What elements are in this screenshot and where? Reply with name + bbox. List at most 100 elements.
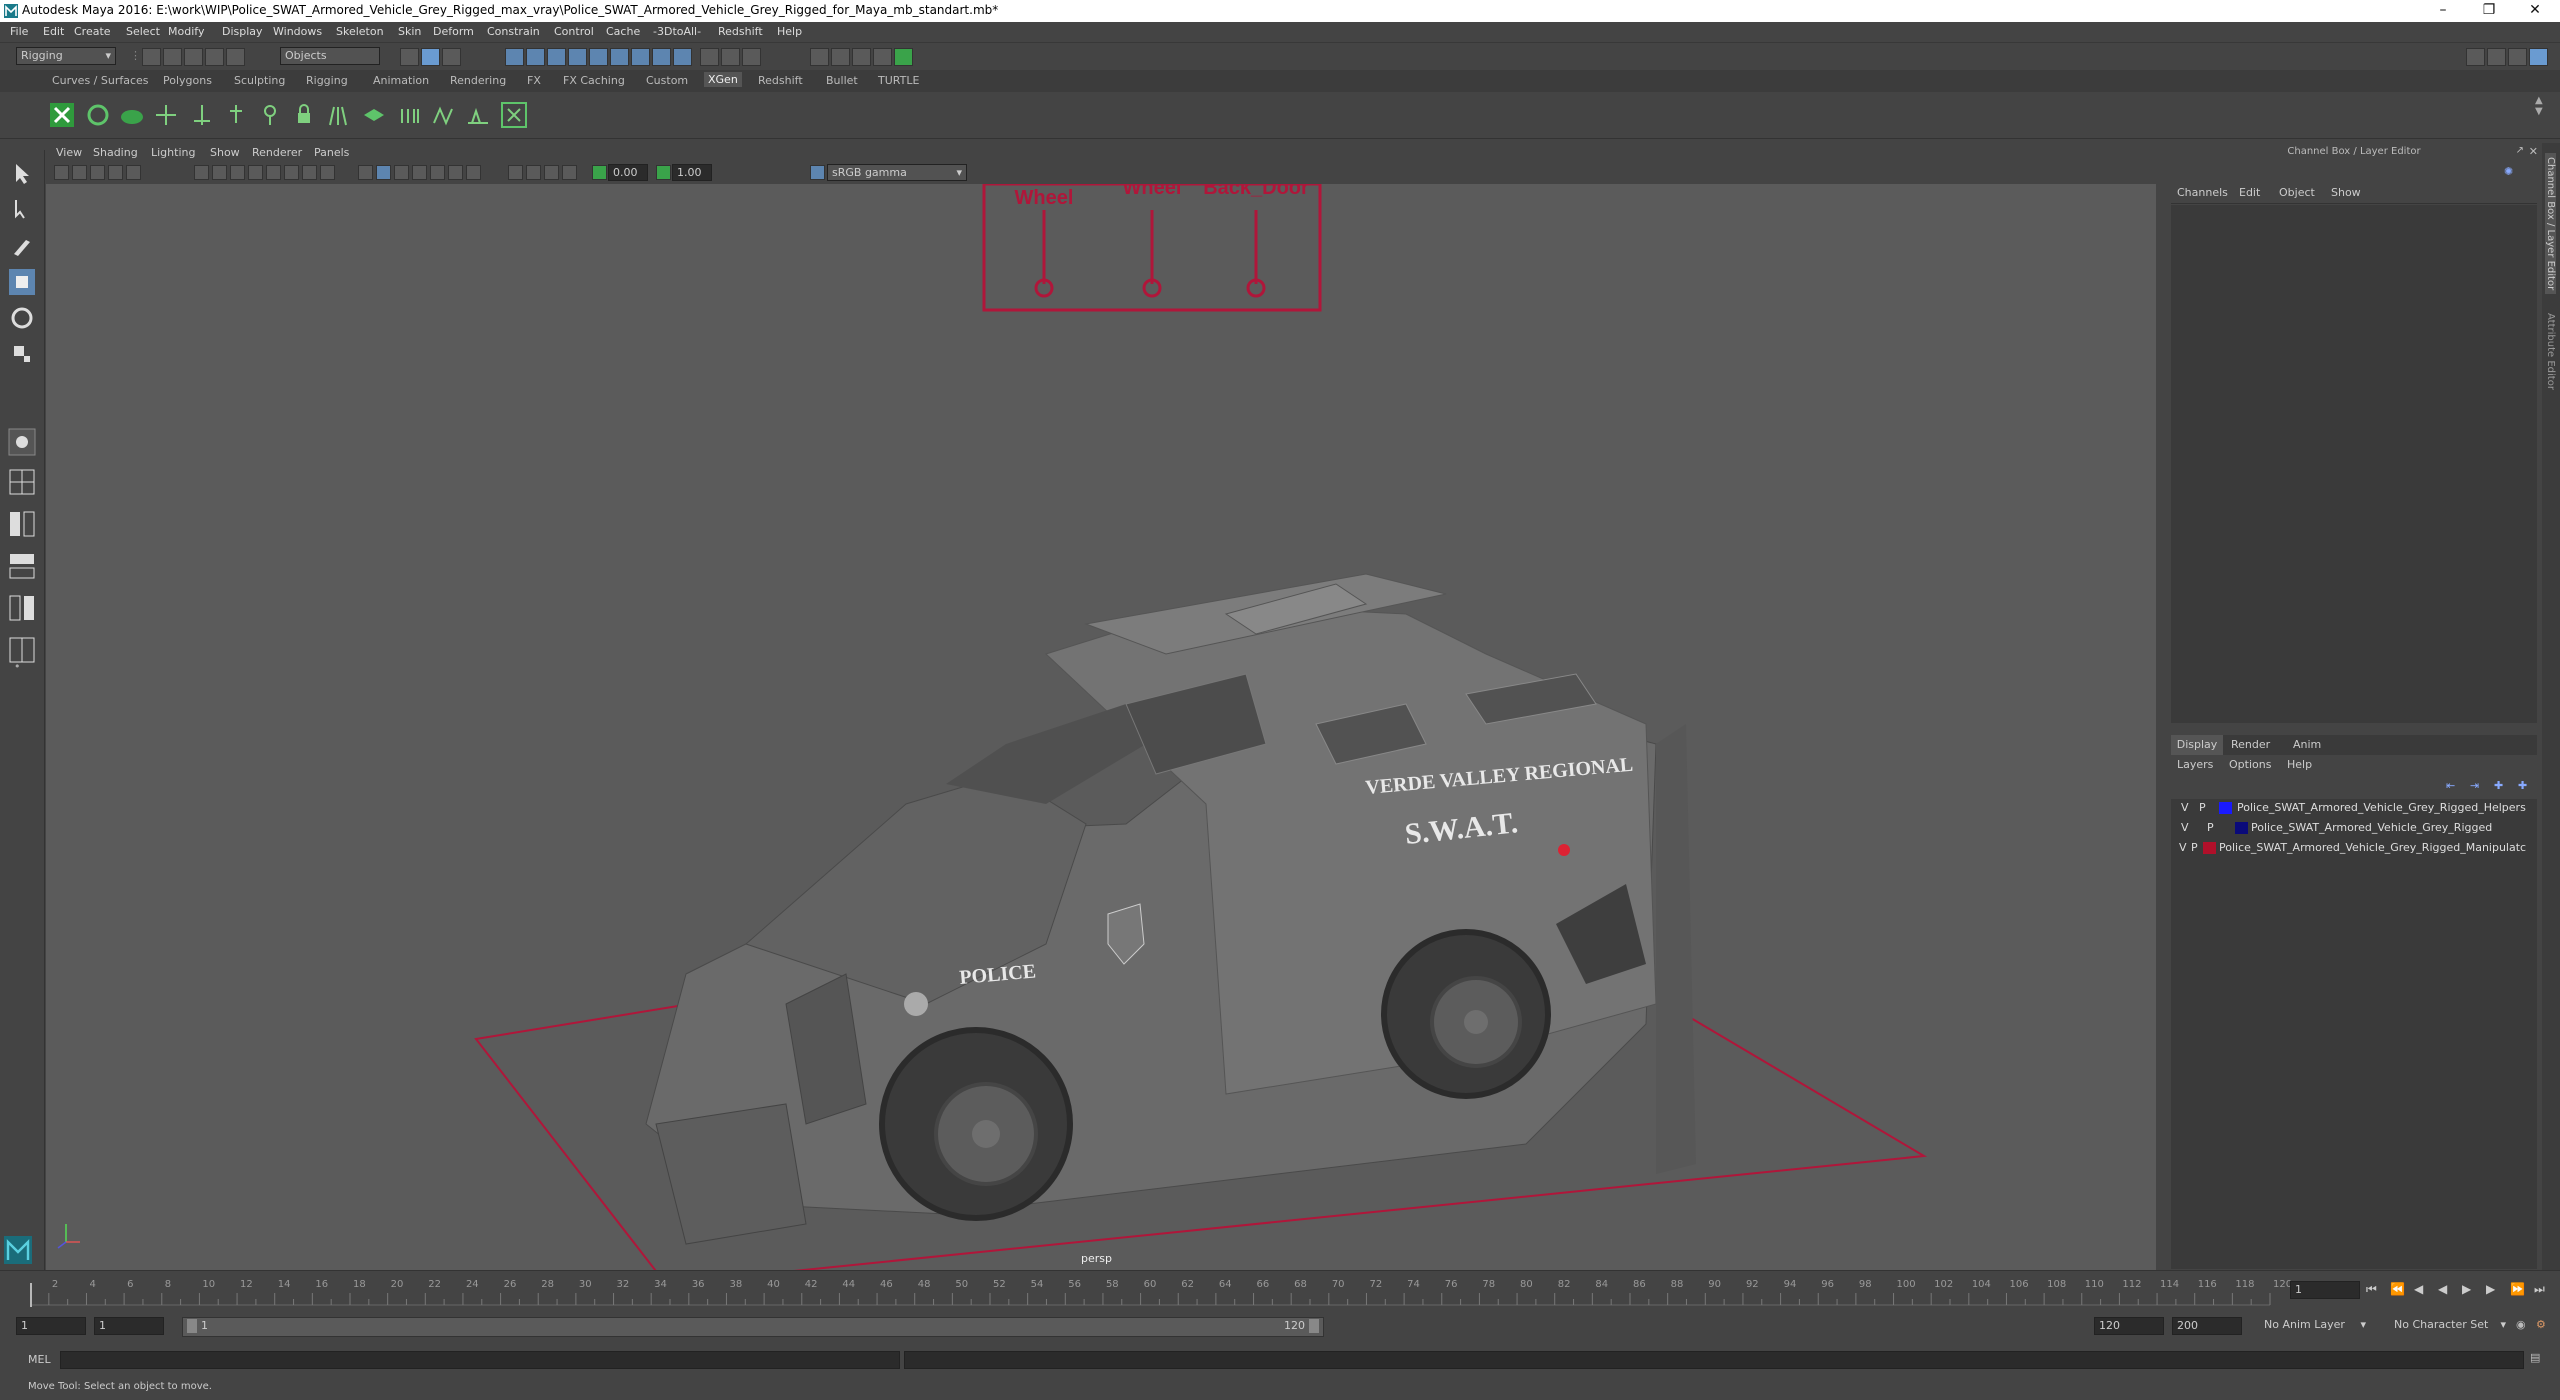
side-tab-channel-box[interactable]: Channel Box / Layer Editor	[2545, 153, 2556, 295]
go-to-start-icon[interactable]: ⏮	[2366, 1282, 2377, 1297]
layer-row[interactable]: V P Police_SWAT_Armored_Vehicle_Grey_Rig…	[2179, 839, 2539, 857]
gamma-field[interactable]: 1.00	[672, 164, 712, 181]
xgen-groom-icon[interactable]	[324, 101, 352, 129]
gate-mask-icon[interactable]	[448, 165, 463, 180]
auto-key-icon[interactable]: ◉	[2516, 1318, 2526, 1331]
tab-anim[interactable]: Anim	[2293, 738, 2321, 751]
xgen-sculpt-guide-icon[interactable]	[222, 101, 250, 129]
bookmark-icon[interactable]	[90, 165, 105, 180]
shelf-options-icon[interactable]: ▲ ▼	[2535, 95, 2543, 117]
channel-menu-edit[interactable]: Edit	[2239, 186, 2260, 199]
mask-joints-icon[interactable]	[526, 48, 545, 66]
layer-menu-layers[interactable]: Layers	[2177, 758, 2213, 771]
swat-vehicle-model[interactable]: VERDE VALLEY REGIONAL S.W.A.T. POLICE	[645, 573, 1696, 1245]
new-layer-icon[interactable]: ✚	[2494, 779, 2503, 792]
anim-preferences-icon[interactable]: ⚙	[2536, 1318, 2546, 1331]
paint-select-tool-icon[interactable]	[8, 232, 36, 260]
shelf-tab-rigging[interactable]: Rigging	[306, 74, 348, 87]
snap-grid-icon[interactable]	[721, 48, 740, 66]
shelf-tab-rendering[interactable]: Rendering	[450, 74, 506, 87]
viewport-menu-lighting[interactable]: Lighting	[151, 146, 195, 159]
shelf-tab-animation[interactable]: Animation	[373, 74, 429, 87]
layout-hypershade-icon[interactable]	[8, 636, 36, 664]
close-button[interactable]: ✕	[2512, 0, 2558, 22]
layer-menu-options[interactable]: Options	[2229, 758, 2271, 771]
play-forward-icon[interactable]: ▶	[2462, 1282, 2471, 1296]
menu-deform[interactable]: Deform	[433, 25, 474, 38]
viewport-menu-panels[interactable]: Panels	[314, 146, 349, 159]
image-plane-icon[interactable]	[108, 165, 123, 180]
safe-action-icon[interactable]	[508, 165, 523, 180]
range-handle-left[interactable]	[187, 1319, 197, 1333]
xgen-rebuild-icon[interactable]	[256, 101, 284, 129]
viewport-menu-renderer[interactable]: Renderer	[252, 146, 302, 159]
menu-redshift[interactable]: Redshift	[718, 25, 763, 38]
layer-visibility-toggle[interactable]: V	[2181, 821, 2189, 834]
shelf-tab-custom[interactable]: Custom	[646, 74, 688, 87]
wireframe-icon[interactable]	[194, 165, 209, 180]
layer-color-swatch[interactable]	[2235, 822, 2248, 834]
layer-color-swatch[interactable]	[2219, 802, 2232, 814]
maya-home-icon[interactable]	[4, 1236, 32, 1264]
shelf-tab-xgen[interactable]: XGen	[704, 72, 742, 87]
color-space-dropdown[interactable]: sRGB gamma ▾	[827, 164, 967, 181]
safe-title-icon[interactable]	[526, 165, 541, 180]
lock-icon[interactable]	[700, 48, 719, 66]
start-time-field[interactable]: 1	[16, 1317, 86, 1335]
mask-dynamics-icon[interactable]	[610, 48, 629, 66]
playback-start-field[interactable]: 1	[94, 1317, 164, 1335]
minimize-button[interactable]: –	[2420, 0, 2466, 22]
current-frame-cursor[interactable]	[30, 1283, 32, 1307]
select-object-icon[interactable]	[421, 48, 440, 66]
render-settings-icon[interactable]	[873, 48, 892, 66]
backface-icon[interactable]	[412, 165, 427, 180]
move-tool-icon[interactable]	[8, 268, 36, 296]
viewport-persp[interactable]: Wheel Wheel Back_Door VERDE VALLEY REGIO…	[46, 184, 2156, 1270]
layer-row[interactable]: V P Police_SWAT_Armored_Vehicle_Grey_Rig…	[2179, 799, 2539, 817]
layout-two-pane-icon[interactable]	[8, 510, 36, 538]
shelf-tab-redshift[interactable]: Redshift	[758, 74, 803, 87]
move-layer-down-icon[interactable]: ⇥	[2470, 779, 2479, 792]
playback-end-field[interactable]: 120	[2094, 1317, 2164, 1335]
menu-edit[interactable]: Edit	[43, 25, 64, 38]
layout-graph-persp-icon[interactable]	[8, 594, 36, 622]
xgen-length-icon[interactable]	[464, 101, 492, 129]
layout-single-icon[interactable]	[2466, 48, 2485, 66]
mask-render-icon[interactable]	[631, 48, 650, 66]
xgen-editor-icon[interactable]	[48, 101, 76, 129]
shelf-tab-turtle[interactable]: TURTLE	[878, 74, 919, 87]
soft-select-icon[interactable]	[8, 428, 36, 456]
range-bar[interactable]: 1 120	[182, 1317, 1324, 1337]
layer-name[interactable]: Police_SWAT_Armored_Vehicle_Grey_Rigged	[2251, 821, 2492, 834]
smooth-shade-icon[interactable]	[212, 165, 227, 180]
new-scene-icon[interactable]	[142, 48, 161, 66]
xray-joints-icon[interactable]	[394, 165, 409, 180]
layer-visibility-toggle[interactable]: V	[2179, 841, 2187, 854]
menu-display[interactable]: Display	[222, 25, 263, 38]
channel-menu-channels[interactable]: Channels	[2177, 186, 2228, 199]
menu-select[interactable]: Select	[126, 25, 160, 38]
selection-mode-dropdown[interactable]: Objects	[280, 47, 380, 65]
isolate-select-icon[interactable]	[358, 165, 373, 180]
ipr-render-icon[interactable]	[852, 48, 871, 66]
select-hierarchy-icon[interactable]	[400, 48, 419, 66]
select-camera-icon[interactable]	[54, 165, 69, 180]
redo-icon[interactable]	[226, 48, 245, 66]
layer-name[interactable]: Police_SWAT_Armored_Vehicle_Grey_Rigged_…	[2219, 841, 2526, 854]
lasso-tool-icon[interactable]	[8, 196, 36, 224]
shelf-tab-fx[interactable]: FX	[527, 74, 541, 87]
new-layer-selected-icon[interactable]: ✚	[2518, 779, 2527, 792]
save-scene-icon[interactable]	[184, 48, 203, 66]
menu-skeleton[interactable]: Skeleton	[336, 25, 384, 38]
render-view-icon[interactable]	[810, 48, 829, 66]
mask-surfaces-icon[interactable]	[568, 48, 587, 66]
textured-icon[interactable]	[230, 165, 245, 180]
scale-tool-icon[interactable]	[8, 340, 36, 368]
shelf-tab-polygons[interactable]: Polygons	[163, 74, 212, 87]
mask-locators-icon[interactable]	[673, 48, 692, 66]
step-forward-key-icon[interactable]: ⏩	[2510, 1282, 2525, 1296]
shelf-tab-fx-caching[interactable]: FX Caching	[563, 74, 625, 87]
channel-menu-show[interactable]: Show	[2331, 186, 2361, 199]
field-chart-icon[interactable]	[466, 165, 481, 180]
tab-render[interactable]: Render	[2231, 738, 2270, 751]
